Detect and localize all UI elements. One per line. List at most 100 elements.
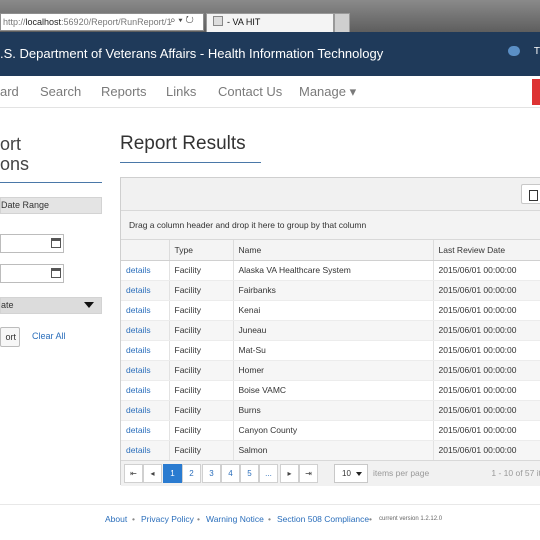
- new-tab-button[interactable]: [334, 13, 350, 32]
- date-filter-panel-header[interactable]: ate: [0, 297, 102, 314]
- page-button[interactable]: 1: [163, 464, 182, 483]
- date-range-label: Date Range: [1, 200, 50, 210]
- page-button[interactable]: 4: [221, 464, 240, 483]
- page-size-select[interactable]: 10: [334, 464, 368, 483]
- details-link[interactable]: details: [121, 400, 169, 421]
- cell-type: Facility: [168, 440, 233, 461]
- details-link[interactable]: details: [121, 300, 169, 321]
- cell-type: Facility: [168, 360, 233, 381]
- group-drop-area[interactable]: Drag a column header and drop it here to…: [121, 211, 540, 240]
- details-link[interactable]: details: [121, 360, 169, 381]
- next-page-button[interactable]: ▸: [280, 464, 299, 483]
- page-button-ellipsis[interactable]: ...: [259, 464, 278, 483]
- pager-info: 1 - 10 of 57 it: [491, 468, 540, 478]
- cell-type: Facility: [168, 280, 233, 301]
- start-date-input[interactable]: [0, 234, 64, 253]
- grid-pager: ⇤ ◂ 1 2 3 4 5 ... ▸ ⇥ 10 items per page …: [121, 460, 540, 486]
- chevron-down-icon: [356, 472, 362, 476]
- cell-last-review-date: 2015/06/01 00:00:00: [432, 380, 540, 401]
- filter-icon[interactable]: [84, 302, 94, 308]
- details-link[interactable]: details: [121, 340, 169, 361]
- nav-item-manage[interactable]: Manage ▾: [299, 76, 356, 108]
- footer-separator: •: [197, 514, 200, 524]
- nav-item-links[interactable]: Links: [166, 76, 196, 108]
- sidebar-title: ort ons: [0, 134, 29, 174]
- details-link[interactable]: details: [121, 260, 169, 281]
- footer-link-privacy-policy[interactable]: Privacy Policy: [141, 514, 194, 524]
- nav-accent-tab[interactable]: [532, 79, 540, 105]
- page-title-rule: [120, 162, 261, 163]
- page-button[interactable]: 3: [202, 464, 221, 483]
- calendar-icon[interactable]: [51, 238, 61, 248]
- footer-separator: •: [369, 514, 372, 524]
- page-button[interactable]: 2: [182, 464, 201, 483]
- run-report-button[interactable]: ort: [0, 327, 20, 347]
- table-row: details Facility Alaska VA Healthcare Syst…: [121, 260, 540, 281]
- table-row: details Facility Juneau 2015/06/01 00:00:00: [121, 320, 540, 341]
- footer-separator: •: [268, 514, 271, 524]
- url-path: :56920/Report/RunReport/1: [61, 17, 172, 27]
- cell-last-review-date: 2015/06/01 00:00:00: [432, 400, 540, 421]
- cell-last-review-date: 2015/06/01 00:00:00: [432, 260, 540, 281]
- prev-page-button[interactable]: ◂: [143, 464, 162, 483]
- footer-link-section-508[interactable]: Section 508 Compliance: [277, 514, 369, 524]
- first-page-button[interactable]: ⇤: [124, 464, 143, 483]
- export-pdf-icon[interactable]: [521, 184, 540, 204]
- cell-last-review-date: 2015/06/01 00:00:00: [432, 440, 540, 461]
- details-link[interactable]: details: [121, 380, 169, 401]
- table-row: details Facility Mat-Su 2015/06/01 00:00:00: [121, 340, 540, 361]
- cell-type: Facility: [168, 400, 233, 421]
- date-filter-label: ate: [1, 300, 14, 310]
- url-host: localhost: [25, 17, 62, 27]
- cell-name: Alaska VA Healthcare System: [232, 260, 433, 281]
- browser-tab-active[interactable]: - VA HIT: [206, 13, 334, 32]
- footer-link-warning-notice[interactable]: Warning Notice: [206, 514, 264, 524]
- cell-name: Boise VAMC: [232, 380, 433, 401]
- nav-item-search[interactable]: Search: [40, 76, 81, 108]
- cell-name: Burns: [232, 400, 433, 421]
- table-row: details Facility Canyon County 2015/06/01 0…: [121, 420, 540, 441]
- table-row: details Facility Homer 2015/06/01 00:00:00: [121, 360, 540, 381]
- details-link[interactable]: details: [121, 420, 169, 441]
- calendar-icon[interactable]: [51, 268, 61, 278]
- cell-name: Salmon: [232, 440, 433, 461]
- details-link[interactable]: details: [121, 320, 169, 341]
- cell-type: Facility: [168, 260, 233, 281]
- column-header-details[interactable]: [121, 240, 169, 261]
- page-footer: About • Privacy Policy • Warning Notice …: [0, 504, 540, 540]
- cell-type: Facility: [168, 300, 233, 321]
- details-link[interactable]: details: [121, 280, 169, 301]
- version-text: current version 1.2.12.0: [379, 516, 443, 522]
- column-header-name[interactable]: Name: [232, 240, 433, 261]
- browser-chrome: http://localhost:56920/Report/RunReport/…: [0, 0, 540, 32]
- table-row: details Facility Burns 2015/06/01 00:00:00: [121, 400, 540, 421]
- page-button[interactable]: 5: [240, 464, 259, 483]
- cell-last-review-date: 2015/06/01 00:00:00: [432, 320, 540, 341]
- last-page-button[interactable]: ⇥: [299, 464, 318, 483]
- footer-link-about[interactable]: About: [105, 514, 127, 524]
- results-table: Type Name Last Review Date details Facili…: [121, 240, 540, 461]
- cell-type: Facility: [168, 320, 233, 341]
- nav-item-dashboard[interactable]: ard: [0, 76, 19, 108]
- end-date-input[interactable]: [0, 264, 64, 283]
- table-row: details Facility Boise VAMC 2015/06/01 00:0…: [121, 380, 540, 401]
- nav-item-contact-us[interactable]: Contact Us: [218, 76, 282, 108]
- nav-item-reports[interactable]: Reports: [101, 76, 147, 108]
- cell-type: Facility: [168, 420, 233, 441]
- app-header: .S. Department of Veterans Affairs - Hea…: [0, 32, 540, 76]
- cell-name: Kenai: [232, 300, 433, 321]
- cell-type: Facility: [168, 380, 233, 401]
- column-header-last-review-date[interactable]: Last Review Date: [432, 240, 540, 261]
- favicon-icon: [213, 16, 223, 26]
- header-user-letter[interactable]: T: [534, 46, 540, 57]
- column-header-type[interactable]: Type: [168, 240, 233, 261]
- table-header-row: Type Name Last Review Date: [121, 240, 540, 261]
- date-range-panel-header[interactable]: Date Range: [0, 197, 102, 214]
- chat-icon[interactable]: [508, 46, 520, 56]
- page-size-value: 10: [342, 469, 351, 478]
- cell-last-review-date: 2015/06/01 00:00:00: [432, 360, 540, 381]
- clear-all-link[interactable]: Clear All: [32, 331, 66, 341]
- cell-type: Facility: [168, 340, 233, 361]
- details-link[interactable]: details: [121, 440, 169, 461]
- address-bar-icons[interactable]: ⌕ ▾ ↻: [170, 13, 206, 31]
